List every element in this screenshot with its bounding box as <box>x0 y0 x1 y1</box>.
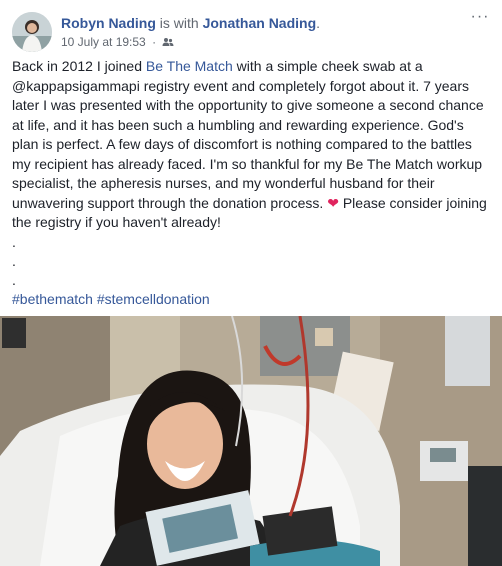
post-header: Robyn Nading is with Jonathan Nading. 10… <box>12 9 490 52</box>
tagged-person[interactable]: Jonathan Nading <box>203 15 317 31</box>
body-text-1: Back in 2012 I joined <box>12 58 146 74</box>
post-paragraph: Back in 2012 I joined Be The Match with … <box>12 57 492 233</box>
body-text-2: with a simple cheek swab at a @kappapsig… <box>12 58 484 211</box>
hashtag-bethematch[interactable]: #bethematch <box>12 291 93 307</box>
hashtag-stemcelldonation[interactable]: #stemcelldonation <box>97 291 210 307</box>
with-text: is with <box>159 15 199 31</box>
heart-icon: ❤ <box>327 194 339 211</box>
post-meta: 10 July at 19:53 · <box>61 34 174 50</box>
avatar[interactable] <box>12 12 52 52</box>
hashtags: #bethematch #stemcelldonation <box>12 290 492 310</box>
friends-icon[interactable] <box>162 36 174 48</box>
dot-line-2: . <box>12 252 16 269</box>
be-the-match-link[interactable]: Be The Match <box>146 58 233 74</box>
author-name[interactable]: Robyn Nading <box>61 15 156 31</box>
meta-separator: · <box>152 35 157 49</box>
author-line: Robyn Nading is with Jonathan Nading. <box>61 14 320 32</box>
post-body: Back in 2012 I joined Be The Match with … <box>12 57 492 309</box>
period: . <box>316 15 321 31</box>
avatar-image <box>12 12 52 52</box>
facebook-post: Robyn Nading is with Jonathan Nading. 10… <box>0 0 502 566</box>
more-options-icon[interactable]: ··· <box>470 9 490 26</box>
timestamp[interactable]: 10 July at 19:53 <box>61 35 146 49</box>
hospital-photo-illustration <box>0 316 502 566</box>
post-photo[interactable] <box>0 316 502 566</box>
dot-line-1: . <box>12 233 16 250</box>
dot-lines: . . . <box>12 233 492 290</box>
dot-line-3: . <box>12 271 16 288</box>
